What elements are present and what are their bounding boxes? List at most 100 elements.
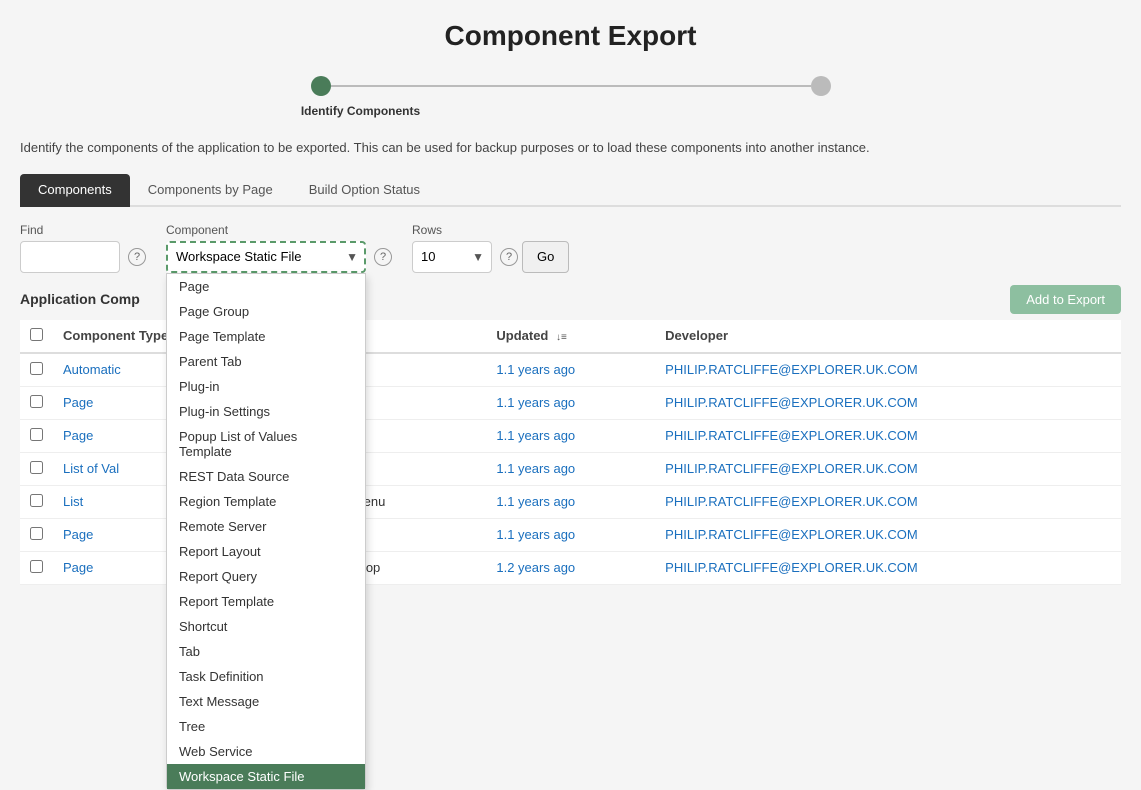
row-updated: 1.1 years ago: [486, 353, 655, 387]
row-component-type-link[interactable]: Page: [63, 395, 93, 410]
header-checkbox-cell: [20, 320, 53, 353]
dropdown-item-task-definition[interactable]: Task Definition: [167, 664, 365, 689]
header-developer: Developer: [655, 320, 1121, 353]
row-developer: PHILIP.RATCLIFFE@EXPLORER.UK.COM: [655, 419, 1121, 452]
component-filter-group: Component - All Components - Page Page G…: [166, 223, 392, 273]
find-label: Find: [20, 223, 146, 237]
component-dropdown-wrapper: - All Components - Page Page Group Page …: [166, 241, 366, 273]
dropdown-item-popup-lov[interactable]: Popup List of Values Template: [167, 424, 365, 464]
row-component-type-link[interactable]: Page: [63, 560, 93, 575]
row-developer-link[interactable]: PHILIP.RATCLIFFE@EXPLORER.UK.COM: [665, 560, 918, 575]
dropdown-item-tab[interactable]: Tab: [167, 639, 365, 664]
row-developer-link[interactable]: PHILIP.RATCLIFFE@EXPLORER.UK.COM: [665, 494, 918, 509]
row-developer-link[interactable]: PHILIP.RATCLIFFE@EXPLORER.UK.COM: [665, 362, 918, 377]
row-checkbox-cell: [20, 518, 53, 551]
component-dropdown-menu: Page Page Group Page Template Parent Tab…: [166, 273, 366, 790]
rows-select[interactable]: 10 25 50 100: [412, 241, 492, 273]
dropdown-item-page[interactable]: Page: [167, 274, 365, 299]
row-checkbox-cell: [20, 353, 53, 387]
dropdown-item-page-template[interactable]: Page Template: [167, 324, 365, 349]
row-component-type-link[interactable]: Automatic: [63, 362, 121, 377]
row-developer-link[interactable]: PHILIP.RATCLIFFE@EXPLORER.UK.COM: [665, 527, 918, 542]
row-checkbox[interactable]: [30, 560, 43, 573]
row-updated-link[interactable]: 1.1 years ago: [496, 527, 575, 542]
tab-components[interactable]: Components: [20, 174, 130, 207]
dropdown-item-rest-data[interactable]: REST Data Source: [167, 464, 365, 489]
updated-sort-icon: ↓≡: [556, 332, 567, 343]
component-help-icon[interactable]: ?: [374, 248, 392, 266]
row-updated: 1.1 years ago: [486, 518, 655, 551]
row-checkbox[interactable]: [30, 362, 43, 375]
row-updated-link[interactable]: 1.1 years ago: [496, 362, 575, 377]
dropdown-item-shortcut[interactable]: Shortcut: [167, 614, 365, 639]
row-component-type-link[interactable]: Page: [63, 428, 93, 443]
dropdown-item-tree[interactable]: Tree: [167, 714, 365, 739]
component-label: Component: [166, 223, 392, 237]
find-help-icon[interactable]: ?: [128, 248, 146, 266]
component-dropdown-container: - All Components - Page Page Group Page …: [166, 241, 366, 273]
row-updated-link[interactable]: 1.1 years ago: [496, 494, 575, 509]
component-select[interactable]: - All Components - Page Page Group Page …: [166, 241, 366, 273]
header-updated[interactable]: Updated ↓≡: [486, 320, 655, 353]
row-component-type-link[interactable]: List of Val: [63, 461, 119, 476]
rows-dropdown-wrapper: 10 25 50 100 ▼: [412, 241, 492, 273]
dropdown-item-report-layout[interactable]: Report Layout: [167, 539, 365, 564]
row-developer-link[interactable]: PHILIP.RATCLIFFE@EXPLORER.UK.COM: [665, 461, 918, 476]
dropdown-item-web-service[interactable]: Web Service: [167, 739, 365, 764]
page-title: Component Export: [20, 20, 1121, 52]
row-updated-link[interactable]: 1.2 years ago: [496, 560, 575, 575]
row-checkbox-cell: [20, 551, 53, 584]
find-input[interactable]: [20, 241, 120, 273]
row-updated-link[interactable]: 1.1 years ago: [496, 428, 575, 443]
row-checkbox[interactable]: [30, 395, 43, 408]
row-checkbox[interactable]: [30, 527, 43, 540]
row-developer: PHILIP.RATCLIFFE@EXPLORER.UK.COM: [655, 518, 1121, 551]
dropdown-item-text-message[interactable]: Text Message: [167, 689, 365, 714]
row-developer: PHILIP.RATCLIFFE@EXPLORER.UK.COM: [655, 452, 1121, 485]
row-developer: PHILIP.RATCLIFFE@EXPLORER.UK.COM: [655, 485, 1121, 518]
row-developer-link[interactable]: PHILIP.RATCLIFFE@EXPLORER.UK.COM: [665, 395, 918, 410]
row-updated: 1.2 years ago: [486, 551, 655, 584]
dropdown-item-remote-server[interactable]: Remote Server: [167, 514, 365, 539]
dropdown-item-plugin-settings[interactable]: Plug-in Settings: [167, 399, 365, 424]
dropdown-item-workspace-static[interactable]: Workspace Static File: [167, 764, 365, 789]
row-updated: 1.1 years ago: [486, 485, 655, 518]
filter-row: Find ? Component - All Components - Page…: [20, 223, 1121, 273]
rows-label: Rows: [412, 223, 569, 237]
step-connector: [331, 85, 811, 87]
step1-dot: [311, 76, 331, 96]
step1-label: Identify Components: [301, 104, 420, 118]
rows-help-icon[interactable]: ?: [500, 248, 518, 266]
row-checkbox[interactable]: [30, 494, 43, 507]
row-updated-link[interactable]: 1.1 years ago: [496, 461, 575, 476]
row-developer: PHILIP.RATCLIFFE@EXPLORER.UK.COM: [655, 551, 1121, 584]
row-component-type-link[interactable]: List: [63, 494, 83, 509]
go-button[interactable]: Go: [522, 241, 569, 273]
row-developer-link[interactable]: PHILIP.RATCLIFFE@EXPLORER.UK.COM: [665, 428, 918, 443]
tabs-container: Components Components by Page Build Opti…: [20, 174, 1121, 207]
dropdown-item-report-template[interactable]: Report Template: [167, 589, 365, 614]
dropdown-item-region-template[interactable]: Region Template: [167, 489, 365, 514]
dropdown-item-plugin[interactable]: Plug-in: [167, 374, 365, 399]
row-updated: 1.1 years ago: [486, 386, 655, 419]
row-updated: 1.1 years ago: [486, 419, 655, 452]
stepper-labels: Identify Components: [20, 104, 1121, 118]
row-developer: PHILIP.RATCLIFFE@EXPLORER.UK.COM: [655, 353, 1121, 387]
row-developer: PHILIP.RATCLIFFE@EXPLORER.UK.COM: [655, 386, 1121, 419]
dropdown-item-report-query[interactable]: Report Query: [167, 564, 365, 589]
tab-build-option-status[interactable]: Build Option Status: [291, 174, 438, 207]
row-component-type-link[interactable]: Page: [63, 527, 93, 542]
row-checkbox-cell: [20, 419, 53, 452]
dropdown-item-parent-tab[interactable]: Parent Tab: [167, 349, 365, 374]
select-all-checkbox[interactable]: [30, 328, 43, 341]
add-to-export-button[interactable]: Add to Export: [1010, 285, 1121, 314]
row-checkbox[interactable]: [30, 428, 43, 441]
table-section-title: Application Comp: [20, 291, 140, 307]
dropdown-item-page-group[interactable]: Page Group: [167, 299, 365, 324]
row-checkbox[interactable]: [30, 461, 43, 474]
tab-components-by-page[interactable]: Components by Page: [130, 174, 291, 207]
row-checkbox-cell: [20, 452, 53, 485]
row-checkbox-cell: [20, 386, 53, 419]
row-updated-link[interactable]: 1.1 years ago: [496, 395, 575, 410]
rows-filter-group: Rows 10 25 50 100 ▼ ? Go: [412, 223, 569, 273]
